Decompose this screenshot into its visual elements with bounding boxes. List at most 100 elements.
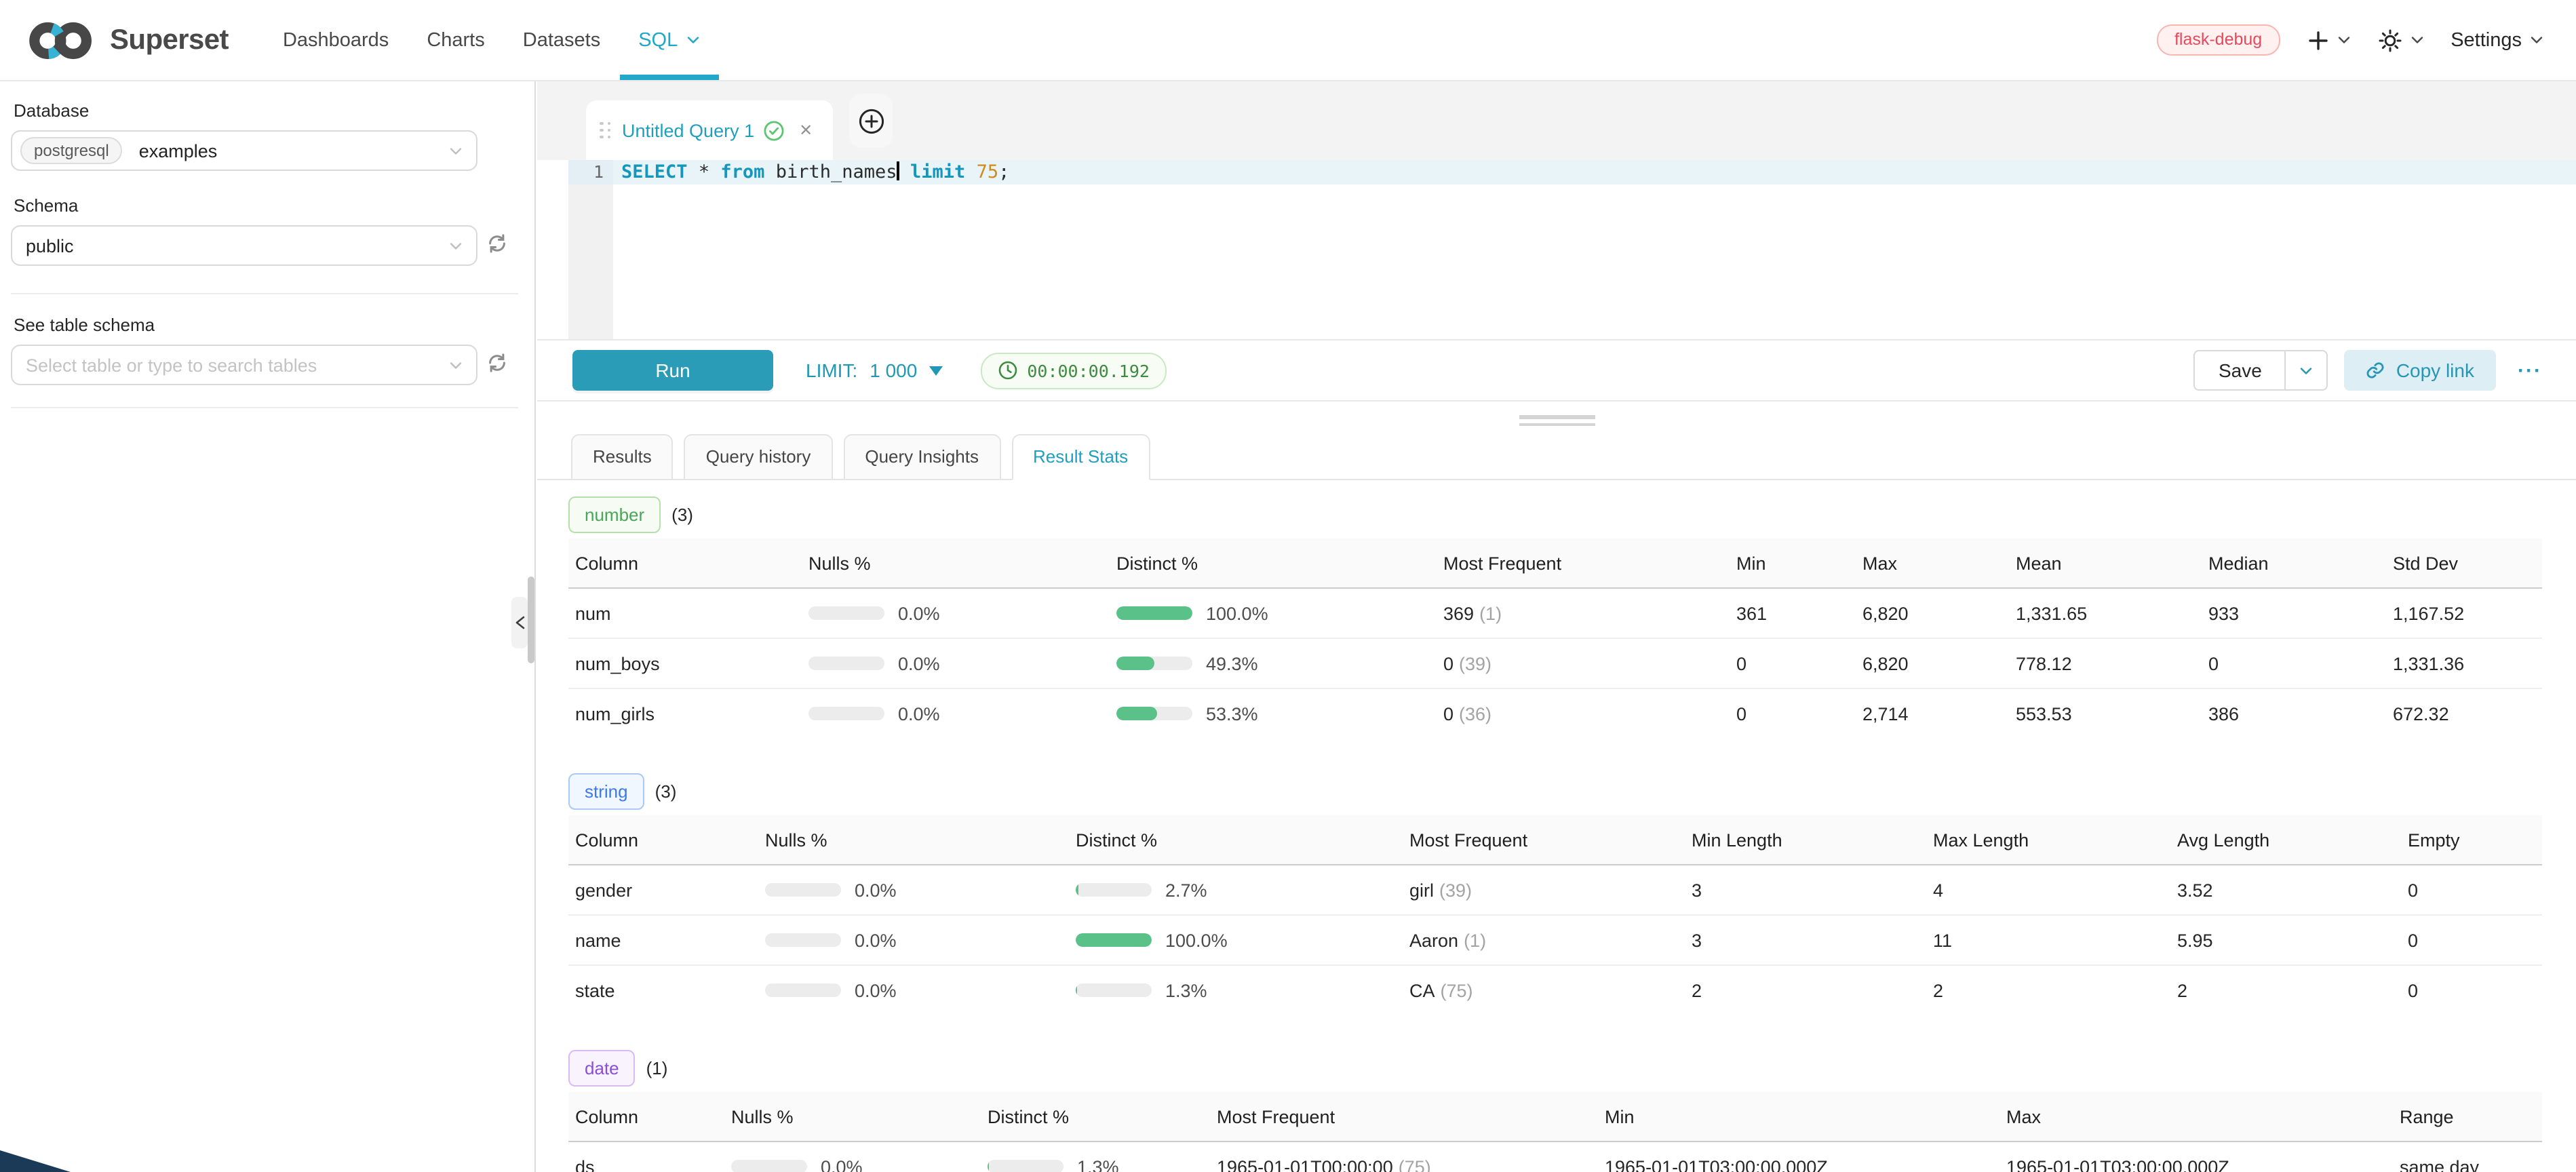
database-select[interactable]: postgresql examples: [11, 130, 477, 171]
percentage-bar: [808, 707, 884, 720]
result-tab-result-stats[interactable]: Result Stats: [1011, 434, 1150, 480]
new-item-button[interactable]: [2307, 29, 2350, 51]
percentage-label: 0.0%: [898, 603, 940, 623]
percentage-bar: [1116, 707, 1192, 720]
table-select-placeholder: Select table or type to search tables: [20, 355, 317, 375]
limit-dropdown[interactable]: LIMIT: 1 000: [806, 359, 943, 381]
column-header-min-length: Min Length: [1685, 829, 1926, 850]
nav-item-sql[interactable]: SQL: [619, 0, 718, 80]
nav-item-charts[interactable]: Charts: [408, 0, 503, 80]
column-header-min: Min: [1730, 553, 1856, 573]
stat-cell: 49.3%: [1110, 653, 1437, 673]
sql-token: birth_names: [764, 161, 897, 183]
stat-cell: CA(75): [1403, 980, 1685, 1000]
sql-code-line[interactable]: SELECT * from birth_names limit 75;: [613, 160, 2576, 184]
stat-cell: Aaron(1): [1403, 930, 1685, 950]
query-tab[interactable]: Untitled Query 1 ✕: [586, 100, 833, 160]
column-header-nulls-: Nulls %: [758, 829, 1069, 850]
stat-cell: 1965-01-01T03:00:00.000Z: [1999, 1156, 2393, 1172]
stat-cell: 0: [2401, 880, 2542, 900]
percentage-label: 0.0%: [898, 703, 940, 724]
more-actions-button[interactable]: ···: [2518, 359, 2542, 382]
sql-token: from: [720, 161, 764, 183]
table-row: num_girls0.0%53.3%0(36)02,714553.5338667…: [568, 688, 2542, 738]
superset-logo[interactable]: Superset: [27, 17, 229, 63]
save-options-button[interactable]: [2285, 350, 2328, 391]
column-count: (3): [655, 781, 677, 802]
sidebar-divider: [11, 293, 518, 294]
schema-value: public: [20, 235, 74, 256]
stat-cell: 0(39): [1437, 653, 1730, 673]
refresh-schemas-button[interactable]: [486, 232, 513, 259]
stat-cell: name: [568, 930, 758, 950]
stat-cell: 361: [1730, 603, 1856, 623]
sql-token: ;: [998, 161, 1009, 183]
close-tab-icon[interactable]: ✕: [799, 121, 813, 140]
theme-toggle[interactable]: [2377, 28, 2423, 52]
drag-handle-icon: [600, 122, 611, 139]
stat-cell: 6,820: [1856, 653, 2009, 673]
sidebar-divider: [11, 407, 518, 408]
stat-cell: 933: [2202, 603, 2386, 623]
schema-select[interactable]: public: [11, 225, 477, 266]
sqllab-main: Untitled Query 1 ✕ SELECT * from birth_n…: [537, 81, 2576, 1172]
frequent-count: (39): [1459, 653, 1491, 673]
stat-cell: 0: [2202, 653, 2386, 673]
column-header-nulls-: Nulls %: [724, 1106, 981, 1127]
sql-editor[interactable]: SELECT * from birth_names limit 75; 1: [537, 160, 2576, 339]
new-query-tab-button[interactable]: [849, 94, 893, 148]
result-tab-query-history[interactable]: Query history: [684, 434, 833, 480]
sidebar-scrollbar-thumb[interactable]: [528, 577, 534, 663]
run-button[interactable]: Run: [572, 350, 773, 391]
check-circle-icon: [764, 120, 784, 140]
column-header-std-dev: Std Dev: [2386, 553, 2542, 573]
panel-resize-handle[interactable]: [1519, 415, 1595, 426]
top-nav: Superset DashboardsChartsDatasetsSQL fla…: [0, 0, 2576, 81]
settings-menu[interactable]: Settings: [2451, 29, 2543, 51]
stat-cell: 1965-01-01T00:00:00(75): [1210, 1156, 1598, 1172]
database-value: examples: [134, 140, 218, 161]
table-row: state0.0%1.3%CA(75)2220: [568, 964, 2542, 1015]
stat-cell: 369(1): [1437, 603, 1730, 623]
percentage-label: 1.3%: [1077, 1156, 1119, 1172]
column-count: (1): [646, 1058, 668, 1078]
stat-cell: 0.0%: [802, 603, 1110, 623]
column-header-nulls-: Nulls %: [802, 553, 1110, 573]
elapsed-time: 00:00:00.192: [1027, 360, 1150, 380]
stat-cell: 3: [1685, 930, 1926, 950]
stat-cell: 1965-01-01T03:00:00.000Z: [1598, 1156, 1999, 1172]
stat-cell: 553.53: [2009, 703, 2202, 724]
frequent-value: 1965-01-01T00:00:00: [1217, 1156, 1393, 1172]
chevron-down-icon: [2530, 35, 2543, 45]
column-header-distinct-: Distinct %: [1069, 829, 1403, 850]
stat-cell: 1.3%: [981, 1156, 1210, 1172]
stat-cell: 0: [1730, 703, 1856, 724]
table-select[interactable]: Select table or type to search tables: [11, 345, 477, 385]
table-row: num0.0%100.0%369(1)3616,8201,331.659331,…: [568, 589, 2542, 638]
percentage-label: 0.0%: [821, 1156, 863, 1172]
save-button[interactable]: Save: [2194, 350, 2285, 391]
percentage-label: 0.0%: [898, 653, 940, 673]
result-tab-results[interactable]: Results: [571, 434, 674, 480]
sql-token: [899, 161, 910, 183]
column-header-most-frequent: Most Frequent: [1210, 1106, 1598, 1127]
nav-item-datasets[interactable]: Datasets: [504, 0, 619, 80]
stat-cell: 672.32: [2386, 703, 2542, 724]
stats-section-string: string(3)ColumnNulls %Distinct %Most Fre…: [568, 773, 2542, 1015]
nav-item-dashboards[interactable]: Dashboards: [264, 0, 408, 80]
save-split-button: Save: [2194, 350, 2328, 391]
stat-cell: num_boys: [568, 653, 802, 673]
copy-link-button[interactable]: Copy link: [2345, 350, 2496, 391]
section-head: string(3): [568, 773, 2542, 810]
column-header-max-length: Max Length: [1926, 829, 2170, 850]
stat-cell: 0: [1730, 653, 1856, 673]
stat-cell: 0: [2401, 980, 2542, 1000]
result-tab-query-insights[interactable]: Query Insights: [843, 434, 1000, 480]
line-number: 1: [568, 160, 613, 184]
column-header-empty: Empty: [2401, 829, 2542, 850]
stat-cell: 2: [1926, 980, 2170, 1000]
percentage-label: 2.7%: [1165, 880, 1207, 900]
collapse-sidebar-button[interactable]: [511, 597, 528, 648]
refresh-tables-button[interactable]: [486, 351, 513, 378]
refresh-icon: [486, 351, 509, 374]
